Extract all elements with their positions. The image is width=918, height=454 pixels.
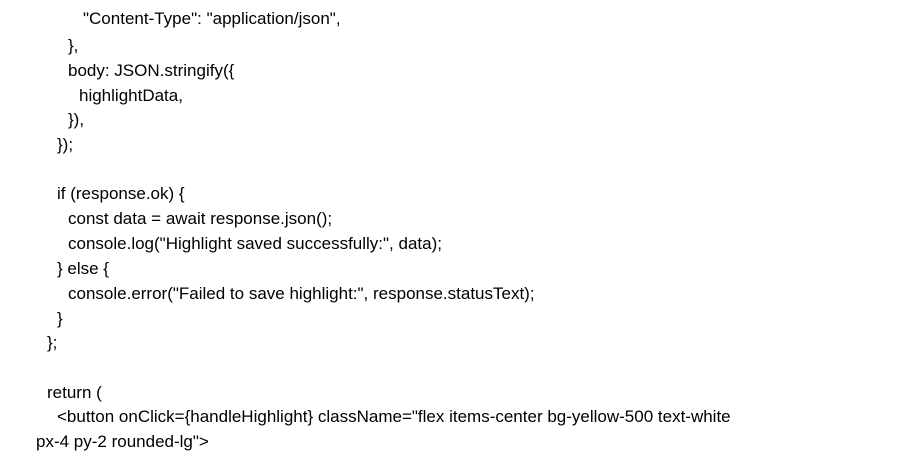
code-line-7: if (response.ok) {: [57, 184, 185, 203]
code-line-1: "Content-Type": "application/json",: [83, 9, 341, 28]
code-line-16: px-4 py-2 rounded-lg">: [36, 432, 209, 451]
code-line-2: },: [68, 36, 79, 55]
code-line-11: console.error("Failed to save highlight:…: [68, 284, 535, 303]
code-line-10: } else {: [57, 259, 109, 278]
code-line-3: body: JSON.stringify({: [68, 61, 235, 80]
code-line-9: console.log("Highlight saved successfull…: [68, 234, 442, 253]
code-line-6: });: [57, 135, 74, 154]
code-document: "Content-Type": "application/json", }, b…: [0, 0, 918, 454]
code-line-8: const data = await response.json();: [68, 209, 333, 228]
code-line-13: };: [47, 333, 58, 352]
code-line-12: }: [57, 309, 63, 328]
code-line-14: return (: [47, 383, 102, 402]
code-line-4: highlightData,: [79, 86, 183, 105]
code-line-15: <button onClick={handleHighlight} classN…: [57, 407, 731, 426]
code-line-5: }),: [68, 110, 85, 129]
